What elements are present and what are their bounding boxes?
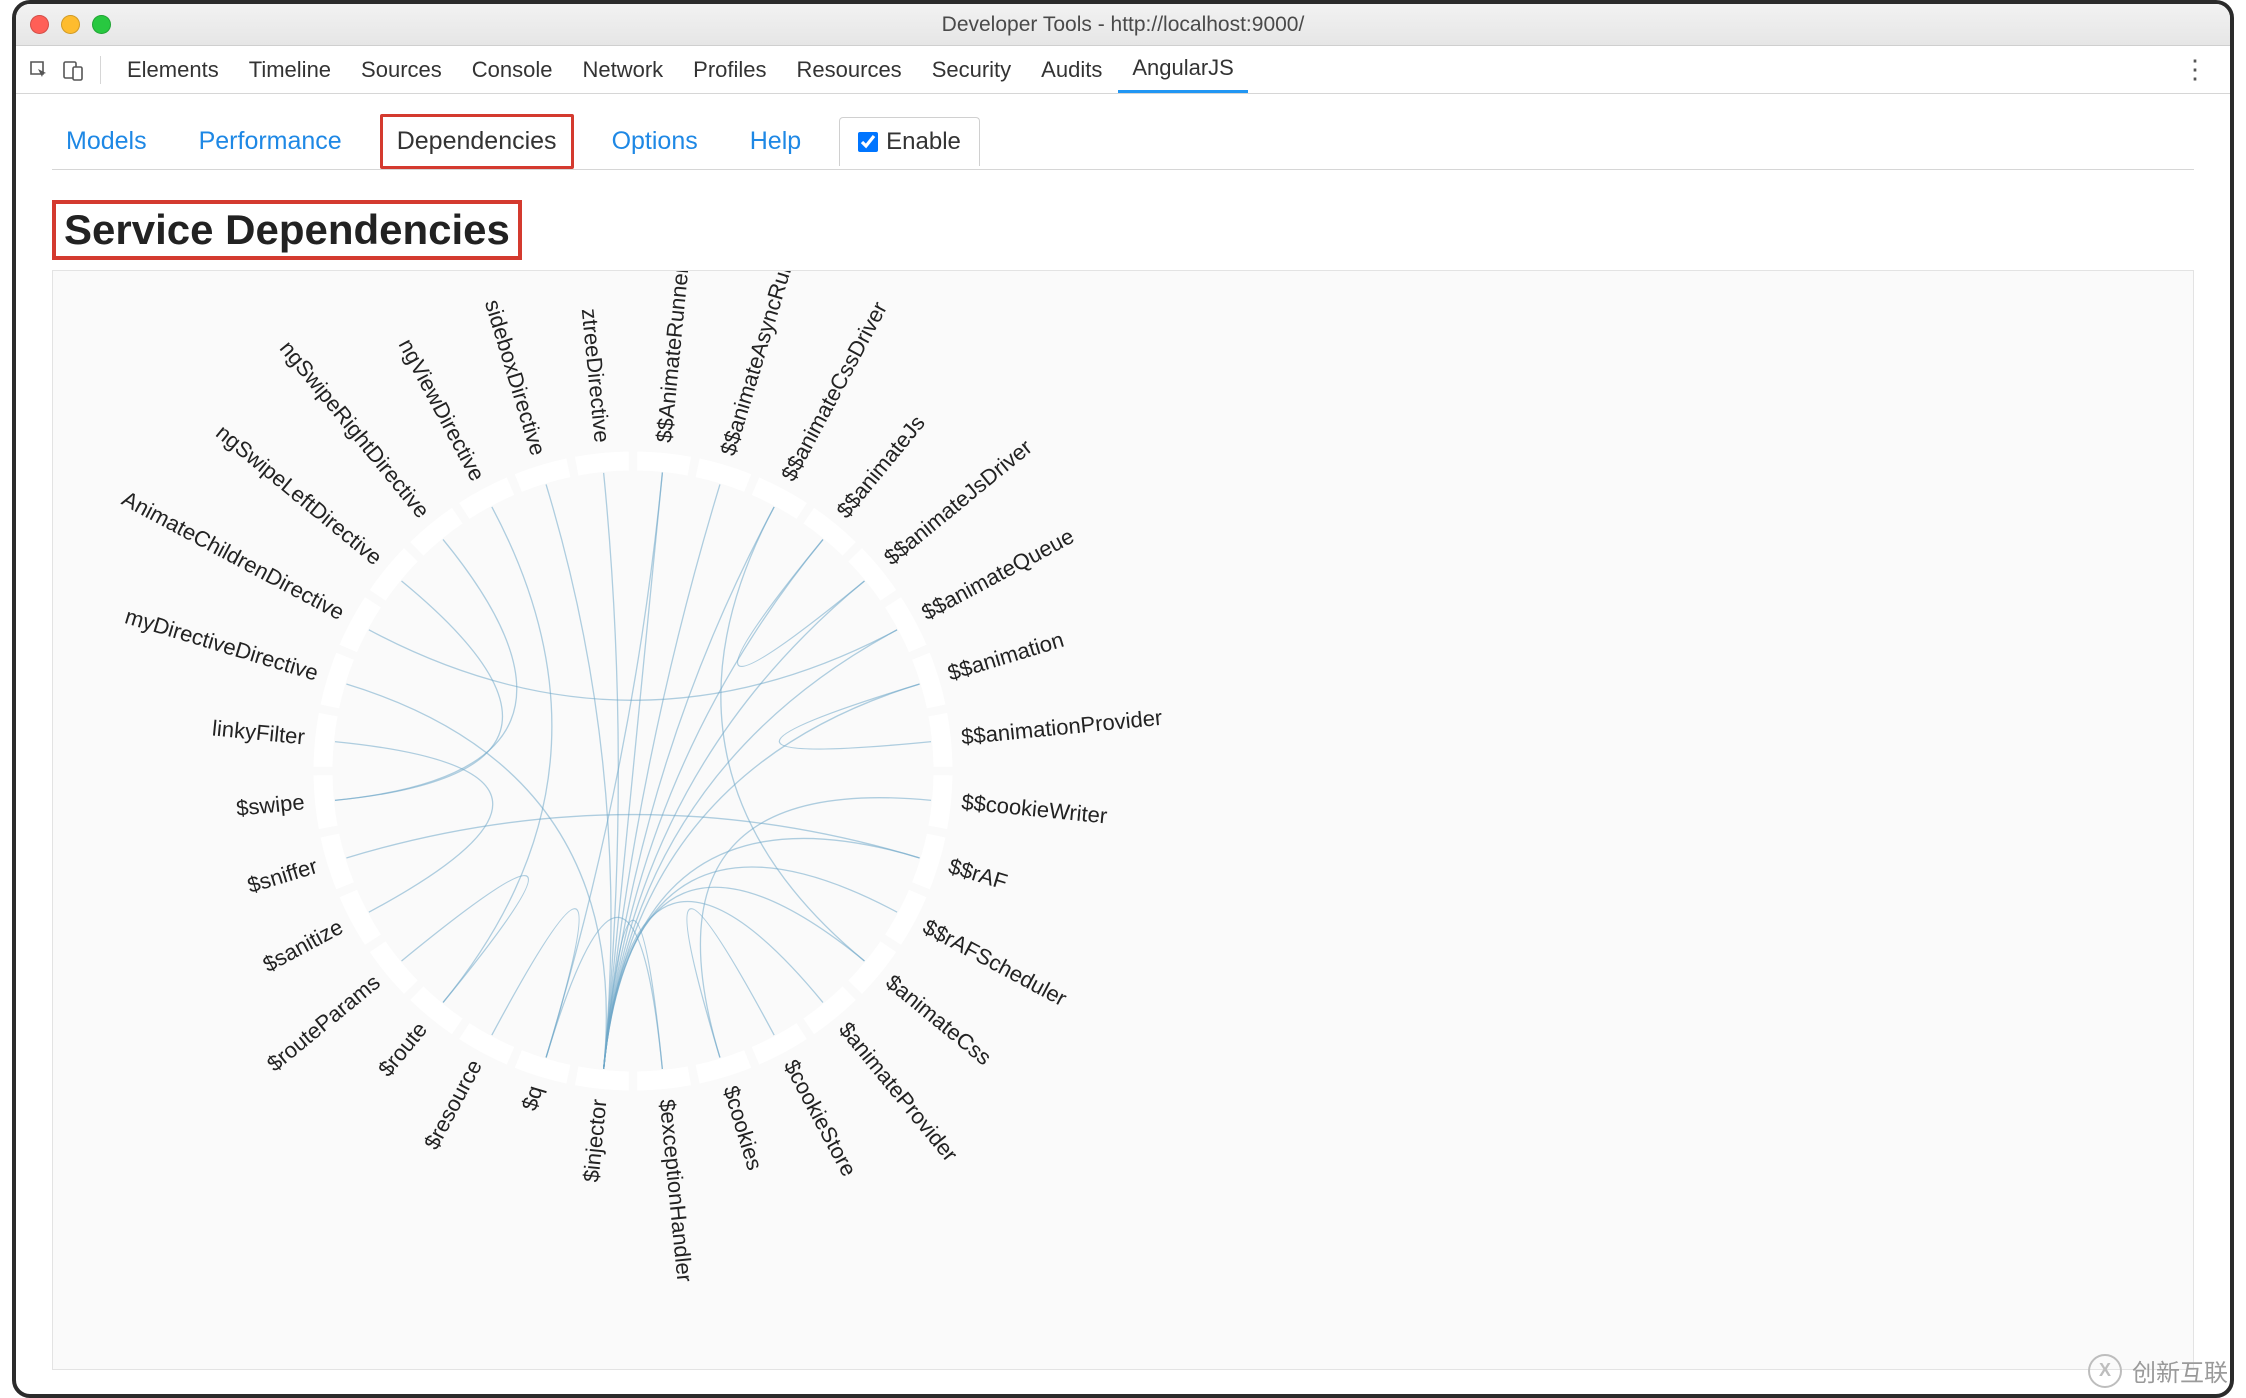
node-label: $route: [373, 1017, 432, 1081]
node-label: $$animateJs: [831, 410, 929, 522]
more-options-icon[interactable]: ⋮: [2168, 54, 2222, 85]
node-label: $sniffer: [244, 853, 320, 898]
angularjs-sub-tabs: Models Performance Dependencies Options Help…: [52, 114, 2194, 170]
window-title: Developer Tools - http://localhost:9000/: [16, 13, 2230, 37]
dependency-chord-diagram: $$AnimateRunner $$animateAsyncRun $$animat…: [53, 271, 2133, 1370]
sub-tab-dependencies[interactable]: Dependencies: [380, 114, 574, 169]
devtools-window: Developer Tools - http://localhost:9000/…: [12, 0, 2234, 1398]
node-label: $$animation: [945, 627, 1067, 686]
device-toolbar-icon[interactable]: [58, 55, 88, 85]
enable-toggle[interactable]: Enable: [839, 117, 980, 166]
node-label: $$rAFScheduler: [919, 914, 1071, 1011]
window-titlebar: Developer Tools - http://localhost:9000/: [16, 4, 2230, 46]
node-label: $$AnimateRunner: [651, 271, 693, 444]
main-tab-resources[interactable]: Resources: [783, 46, 916, 93]
toolbar-separator: [100, 56, 101, 84]
watermark-logo-icon: X: [2088, 1354, 2122, 1388]
node-label: $sanitize: [259, 914, 347, 977]
main-tab-audits[interactable]: Audits: [1027, 46, 1116, 93]
inspect-element-icon[interactable]: [24, 55, 54, 85]
node-label: myDirectiveDirective: [122, 603, 321, 685]
main-tab-profiles[interactable]: Profiles: [679, 46, 780, 93]
page-heading-wrap: Service Dependencies: [52, 200, 2194, 260]
node-label: $injector: [578, 1098, 611, 1183]
main-tab-network[interactable]: Network: [568, 46, 677, 93]
main-tab-security[interactable]: Security: [918, 46, 1025, 93]
sub-tab-help[interactable]: Help: [736, 117, 815, 166]
devtools-main-tabs: ElementsTimelineSourcesConsoleNetworkPro…: [113, 46, 1248, 93]
node-label: sideboxDirective: [480, 297, 551, 459]
watermark: X 创新互联: [2088, 1353, 2228, 1388]
main-tab-angularjs[interactable]: AngularJS: [1118, 46, 1248, 93]
main-tab-elements[interactable]: Elements: [113, 46, 233, 93]
node-label: ztreeDirective: [577, 307, 615, 443]
dependency-graph-panel: $$AnimateRunner $$animateAsyncRun $$animat…: [52, 270, 2194, 1370]
node-label: $animateCss: [881, 969, 996, 1070]
node-label: linkyFilter: [211, 715, 306, 749]
sub-tab-performance[interactable]: Performance: [185, 117, 356, 166]
main-tab-sources[interactable]: Sources: [347, 46, 456, 93]
node-label: $$animateAsyncRun: [715, 271, 798, 458]
node-label: $cookieStore: [779, 1055, 862, 1180]
node-label: $cookies: [718, 1083, 767, 1173]
watermark-text: 创新互联: [2132, 1353, 2228, 1388]
page-heading: Service Dependencies: [52, 200, 522, 260]
node-label: $resource: [419, 1055, 487, 1153]
main-tab-timeline[interactable]: Timeline: [235, 46, 345, 93]
enable-label: Enable: [886, 128, 961, 156]
node-label: $exceptionHandler: [655, 1098, 698, 1283]
sub-tab-options[interactable]: Options: [598, 117, 712, 166]
enable-checkbox[interactable]: [858, 132, 878, 152]
panel-content: Models Performance Dependencies Options Help…: [16, 94, 2230, 1370]
node-label: ngViewDirective: [394, 335, 490, 486]
sub-tab-models[interactable]: Models: [52, 117, 161, 166]
node-label: $$animateQueue: [917, 523, 1078, 625]
main-tab-console[interactable]: Console: [458, 46, 567, 93]
node-label: $$cookieWriter: [960, 789, 1108, 828]
node-label: $q: [517, 1083, 548, 1114]
devtools-toolbar: ElementsTimelineSourcesConsoleNetworkPro…: [16, 46, 2230, 94]
node-label: $$animationProvider: [960, 705, 1163, 750]
node-label: $swipe: [235, 789, 306, 821]
node-label: $routeParams: [262, 969, 385, 1076]
node-label: $$rAF: [946, 853, 1011, 894]
